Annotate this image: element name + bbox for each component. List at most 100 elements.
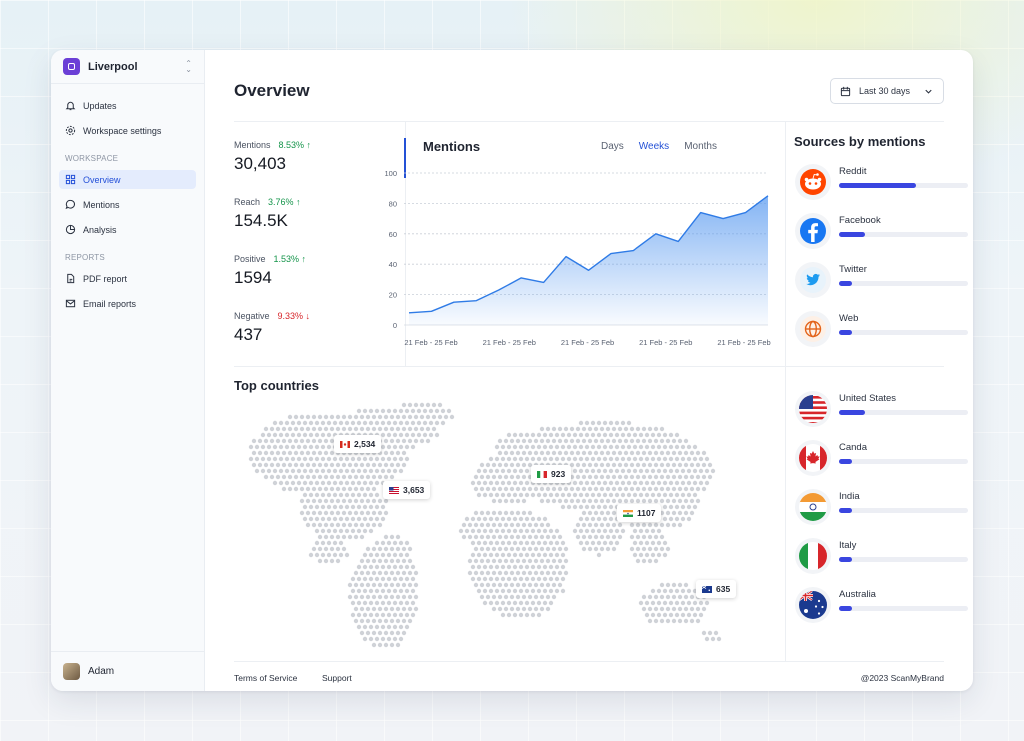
row-label: United States [839,393,897,404]
us-flag-icon [795,391,831,427]
india-flag-icon [623,509,633,517]
canada-flag-icon [340,440,350,448]
sidebar-item-label: Analysis [83,224,117,235]
countries-row[interactable]: India10% [795,489,973,529]
stat-value: 154.5K [234,211,288,230]
sidebar-item-label: Updates [83,100,117,111]
sources-row[interactable]: Facebook20% [795,213,973,253]
stat-change: 8.53% ↑ [278,140,312,150]
row-label: Australia [839,589,876,600]
map-pin-value: 923 [551,469,566,479]
divider [234,121,944,122]
support-link[interactable]: Support [322,673,352,683]
progress-track [839,410,968,415]
tab-months[interactable]: Months [684,141,717,152]
stat-value: 1594 [234,268,272,287]
map-pin-united-states[interactable]: 3,653 [383,481,431,499]
user-name: Adam [88,666,115,677]
stat-value: 30,403 [234,154,286,173]
australia-flag-icon [795,587,831,623]
countries-row[interactable]: Canda10% [795,440,973,480]
progress-fill [839,232,865,237]
progress-track [839,557,968,562]
map-pin-india[interactable]: 1107 [617,504,662,522]
sidebar-item-pdf-report[interactable]: PDF report [59,269,196,288]
sidebar: Liverpool ⌃ ⌄ Updates Workspace settings … [51,50,205,691]
progress-track [839,281,968,286]
row-label: Facebook [839,215,881,226]
x-tick-label: 21 Feb - 25 Feb [561,338,614,347]
countries-title: Top countries [234,378,319,393]
progress-fill [839,557,852,562]
y-tick-label: 100 [384,169,397,178]
countries-row[interactable]: Australia10% [795,587,973,627]
series-area [409,195,768,325]
file-icon [67,273,75,284]
progress-track [839,508,968,513]
map-pin-value: 635 [716,584,731,594]
stat-mentions: Mentions 8.53% ↑ 30,403 [234,140,311,174]
stat-label: Reach [234,197,261,207]
map-pin-italy[interactable]: 923 [531,465,572,483]
sidebar-item-email-reports[interactable]: Email reports [59,294,196,313]
sidebar-item-updates[interactable]: Updates [59,96,196,115]
italy-flag-icon [537,470,547,478]
row-label: Web [839,313,859,324]
tab-weeks[interactable]: Weeks [639,141,669,152]
stat-change: 9.33% ↓ [277,311,311,321]
date-range-dropdown[interactable]: Last 30 days [830,78,944,104]
globe-icon [795,311,831,347]
y-tick-label: 40 [389,260,397,269]
progress-fill [839,281,852,286]
sidebar-item-label: Workspace settings [83,125,162,136]
sources-row[interactable]: Web10% [795,311,973,351]
terms-link[interactable]: Terms of Service [234,673,297,683]
y-tick-label: 60 [389,230,397,239]
row-label: Reddit [839,166,867,177]
sources-row[interactable]: Twitter10% [795,262,973,302]
chart-title: Mentions [423,139,481,154]
chat-icon [65,199,76,210]
progress-track [839,606,968,611]
stat-negative: Negative 9.33% ↓ 437 [234,311,310,345]
progress-fill [839,183,917,188]
reddit-icon [795,164,831,200]
map-pin-canada[interactable]: 2,534 [334,435,382,453]
chevron-up-down-icon[interactable]: ⌃ ⌄ [185,59,192,73]
progress-track [839,183,968,188]
map-pin-value: 1107 [637,508,656,518]
countries-row[interactable]: United States20% [795,391,973,431]
nav-section-reports: REPORTS [65,253,105,262]
sidebar-item-label: PDF report [83,273,128,284]
row-label: Italy [839,540,857,551]
copyright: @2023 ScanMyBrand [860,673,944,683]
x-tick-label: 21 Feb - 25 Feb [483,338,536,347]
sources-row[interactable]: Reddit60% [795,164,973,204]
progress-fill [839,459,852,464]
sidebar-item-label: Email reports [83,298,137,309]
page-title: Overview [234,81,310,100]
mail-icon [65,299,76,308]
tab-days[interactable]: Days [601,141,624,152]
world-map [248,402,722,648]
chevron-down-icon [925,89,932,94]
sidebar-item-mentions[interactable]: Mentions [59,195,196,214]
gear-icon [65,125,76,136]
nav-section-workspace: WORKSPACE [65,154,119,163]
us-flag-icon [389,486,399,494]
progress-fill [839,508,852,513]
sidebar-item-workspace-settings[interactable]: Workspace settings [59,121,196,140]
twitter-icon [795,262,831,298]
sidebar-item-label: Overview [83,174,121,185]
x-tick-label: 21 Feb - 25 Feb [639,338,692,347]
user-menu[interactable]: Adam [51,651,205,691]
countries-row[interactable]: Italy10% [795,538,973,578]
sidebar-item-overview[interactable]: Overview [59,170,196,189]
map-pin-australia[interactable]: 635 [696,580,737,598]
india-flag-icon [795,489,831,525]
workspace-switcher[interactable]: Liverpool ⌃ ⌄ [51,50,204,84]
sidebar-item-analysis[interactable]: Analysis [59,220,196,239]
map-pin-value: 2,534 [354,439,376,449]
stat-change: 3.76% ↑ [268,197,301,207]
sidebar-item-label: Mentions [83,199,120,210]
